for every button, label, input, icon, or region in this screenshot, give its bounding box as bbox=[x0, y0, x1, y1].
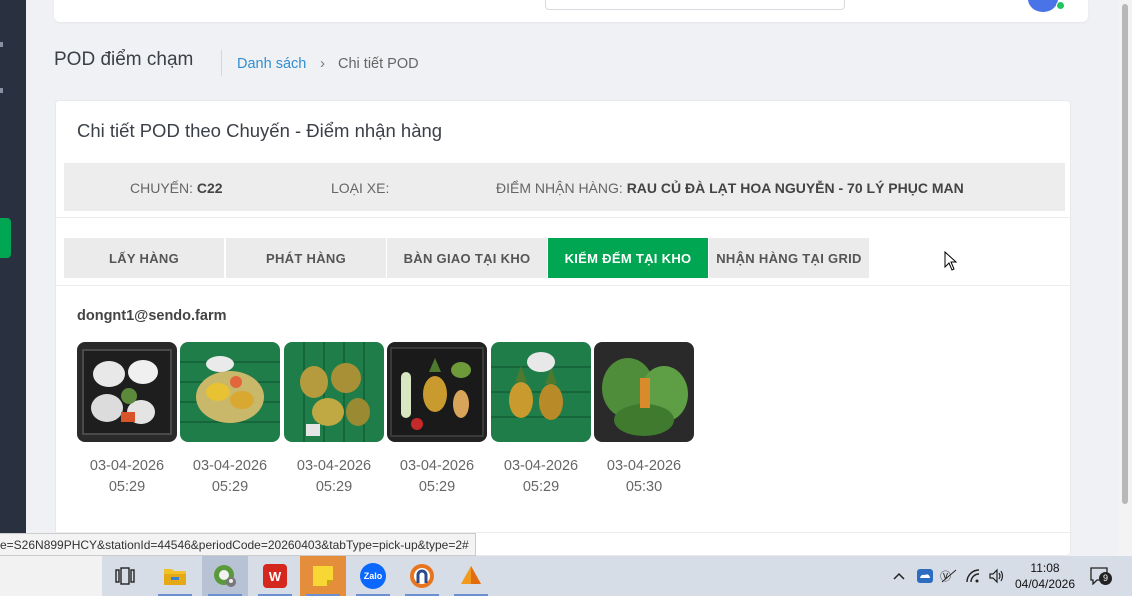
photo-crate-icon bbox=[491, 342, 591, 442]
wps-icon: W bbox=[263, 564, 287, 588]
tab-pickup[interactable]: LẤY HÀNG bbox=[64, 238, 224, 278]
vehicle-label: LOẠI XE: bbox=[331, 180, 390, 196]
notification-center-button[interactable]: 9 bbox=[1090, 567, 1112, 586]
user-email: dongnt1@sendo.farm bbox=[77, 308, 227, 324]
divider bbox=[56, 285, 1072, 286]
scrollbar-thumb[interactable] bbox=[1122, 4, 1128, 504]
photo-date: 03-04-2026 bbox=[89, 458, 165, 474]
tab-warehouse-handover[interactable]: BÀN GIAO TẠI KHO bbox=[387, 238, 547, 278]
photo-crate-icon bbox=[594, 342, 694, 442]
photo-crate-icon bbox=[387, 342, 487, 442]
windows-taskbar: W Zalo Ⓥ 11:08 04/04/2026 9 bbox=[0, 556, 1132, 596]
photo-time: 05:29 bbox=[522, 479, 560, 495]
photo-date: 03-04-2026 bbox=[503, 458, 579, 474]
tab-warehouse-count[interactable]: KIỂM ĐẾM TẠI KHO bbox=[548, 238, 708, 278]
photo-time: 05:30 bbox=[625, 479, 663, 495]
search-input[interactable] bbox=[545, 0, 845, 10]
photo-date: 03-04-2026 bbox=[296, 458, 372, 474]
online-status-indicator bbox=[1056, 1, 1065, 10]
sidebar-item[interactable] bbox=[0, 42, 3, 47]
wps-office-button[interactable]: W bbox=[252, 556, 298, 596]
photo-time: 05:29 bbox=[315, 479, 353, 495]
page-scrollbar[interactable] bbox=[1118, 0, 1132, 556]
browser-button[interactable] bbox=[202, 556, 248, 596]
tray-chevron-up-icon[interactable] bbox=[892, 556, 906, 596]
photo-date: 03-04-2026 bbox=[192, 458, 268, 474]
card-title: Chi tiết POD theo Chuyến - Điểm nhận hàn… bbox=[77, 120, 443, 141]
ultraviewer-icon bbox=[410, 564, 434, 588]
breadcrumb-divider bbox=[221, 50, 222, 76]
breadcrumb-current: Chi tiết POD bbox=[338, 56, 419, 72]
svg-text:Ⓥ: Ⓥ bbox=[940, 570, 951, 583]
input-method-icon[interactable]: Ⓥ bbox=[940, 556, 958, 596]
system-clock[interactable]: 11:08 04/04/2026 bbox=[1014, 560, 1076, 592]
photo-timestamp: 03-04-2026 05:29 bbox=[491, 456, 591, 498]
status-bar-url: e=S26N899PHCY&stationId=44546&periodCode… bbox=[0, 533, 476, 556]
photo-time: 05:29 bbox=[418, 479, 456, 495]
top-header bbox=[54, 0, 1088, 22]
task-view-icon bbox=[115, 567, 135, 585]
photo-timestamp: 03-04-2026 05:29 bbox=[387, 456, 487, 498]
pod-photo-5[interactable] bbox=[491, 342, 591, 442]
notification-count-badge: 9 bbox=[1099, 572, 1112, 585]
file-explorer-button[interactable] bbox=[152, 556, 198, 596]
pod-photo-2[interactable] bbox=[180, 342, 280, 442]
taskbar-search-area[interactable] bbox=[0, 556, 102, 596]
pod-photo-3[interactable] bbox=[284, 342, 384, 442]
chevron-right-icon: › bbox=[320, 55, 325, 72]
mouse-cursor-icon bbox=[944, 251, 958, 271]
file-explorer-icon bbox=[164, 569, 186, 585]
sticky-notes-icon bbox=[313, 566, 333, 586]
zalo-button[interactable]: Zalo bbox=[350, 556, 396, 596]
tab-delivery[interactable]: PHÁT HÀNG bbox=[226, 238, 386, 278]
browser-icon bbox=[214, 565, 236, 587]
ultraviewer-button[interactable] bbox=[399, 556, 445, 596]
photo-time: 05:29 bbox=[108, 479, 146, 495]
photo-date: 03-04-2026 bbox=[606, 458, 682, 474]
trip-label: CHUYẾN: bbox=[130, 180, 194, 196]
divider bbox=[56, 217, 1072, 218]
clock-time: 11:08 bbox=[1030, 561, 1060, 575]
onedrive-cloud-icon[interactable] bbox=[916, 556, 934, 596]
pod-photo-4[interactable] bbox=[387, 342, 487, 442]
breadcrumb-link-list[interactable]: Danh sách bbox=[237, 56, 306, 72]
vehicle-info: LOẠI XE: bbox=[331, 180, 389, 196]
photo-crate-icon bbox=[284, 342, 384, 442]
photo-date: 03-04-2026 bbox=[399, 458, 475, 474]
pod-photo-1[interactable] bbox=[77, 342, 177, 442]
sticky-notes-button[interactable] bbox=[300, 556, 346, 596]
volume-icon[interactable] bbox=[988, 556, 1006, 596]
sidebar-item-active[interactable] bbox=[0, 218, 11, 258]
pickup-info: ĐIỂM NHẬN HÀNG: RAU CỦ ĐÀ LẠT HOA NGUYỄN… bbox=[496, 180, 964, 196]
photo-crate-icon bbox=[77, 342, 177, 442]
sidebar-item[interactable] bbox=[0, 88, 3, 93]
wifi-icon[interactable] bbox=[965, 556, 983, 596]
pod-detail-card: Chi tiết POD theo Chuyến - Điểm nhận hàn… bbox=[55, 100, 1072, 556]
trip-info-bar: CHUYẾN: C22 LOẠI XE: ĐIỂM NHẬN HÀNG: RAU… bbox=[64, 163, 1065, 211]
trip-info: CHUYẾN: C22 bbox=[130, 180, 223, 196]
pickup-label: ĐIỂM NHẬN HÀNG: bbox=[496, 180, 623, 196]
photo-timestamp: 03-04-2026 05:30 bbox=[594, 456, 694, 498]
avatar[interactable] bbox=[1028, 0, 1058, 12]
photo-timestamp: 03-04-2026 05:29 bbox=[77, 456, 177, 498]
page-title: POD điểm chạm bbox=[54, 49, 194, 70]
tab-grid-receive[interactable]: NHẬN HÀNG TẠI GRID bbox=[709, 238, 869, 278]
orange-app-button[interactable] bbox=[448, 556, 494, 596]
task-view-button[interactable] bbox=[102, 556, 148, 596]
app-orange-icon bbox=[461, 566, 481, 584]
trip-value: C22 bbox=[196, 180, 223, 196]
zalo-icon: Zalo bbox=[360, 563, 386, 589]
photo-crate-icon bbox=[180, 342, 280, 442]
pickup-value: RAU CỦ ĐÀ LẠT HOA NGUYỄN - 70 LÝ PHỤC MA… bbox=[626, 180, 964, 196]
photo-timestamp: 03-04-2026 05:29 bbox=[180, 456, 280, 498]
sidebar bbox=[0, 0, 26, 556]
photo-time: 05:29 bbox=[211, 479, 249, 495]
photo-timestamp: 03-04-2026 05:29 bbox=[284, 456, 384, 498]
clock-date: 04/04/2026 bbox=[1014, 577, 1076, 591]
pod-photo-6[interactable] bbox=[594, 342, 694, 442]
